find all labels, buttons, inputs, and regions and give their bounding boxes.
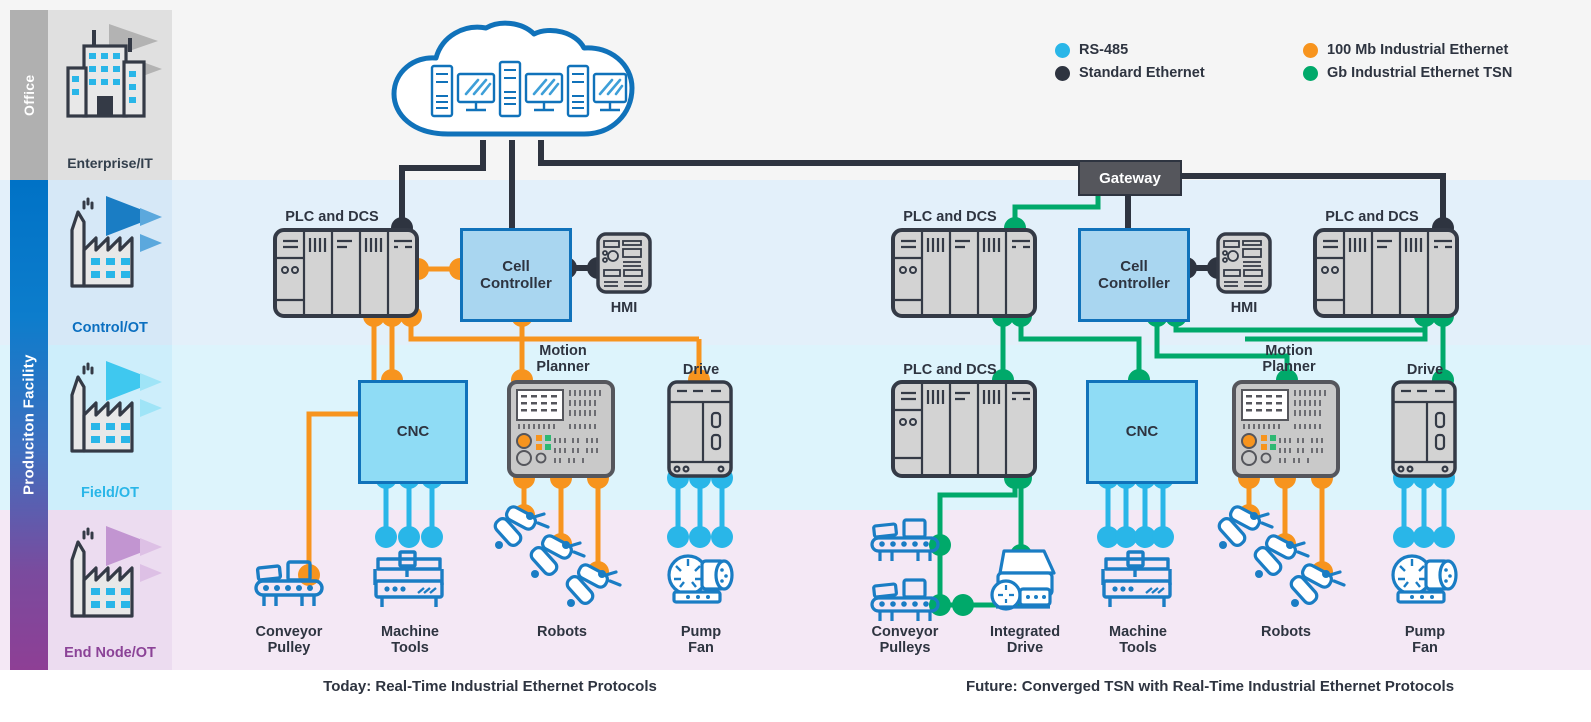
- cnc-box-left[interactable]: CNC: [358, 380, 468, 484]
- integrated-drive-line1: Integrated: [989, 624, 1061, 640]
- caption-left: Today: Real-Time Industrial Ethernet Pro…: [323, 678, 657, 695]
- hmi-icon-left[interactable]: [596, 232, 652, 294]
- cell-controller-right-line2: Controller: [1098, 275, 1170, 292]
- plc-dcs-rack-right-mid[interactable]: [891, 380, 1037, 478]
- motion-planner-right-line1: Motion: [1265, 343, 1313, 359]
- end-node-label-robots-right: Robots: [1261, 624, 1311, 640]
- cnc-label-right: CNC: [1125, 423, 1159, 441]
- motion-planner-right-line2: Planner: [1262, 359, 1316, 376]
- cnc-box-right[interactable]: CNC: [1086, 380, 1198, 484]
- integrated-drive-line2: Drive: [1006, 640, 1044, 657]
- cell-controller-right-line1: Cell: [1120, 257, 1148, 275]
- integrated-drive-icon[interactable]: [986, 545, 1064, 617]
- pump-fan-icon-left[interactable]: [666, 549, 736, 607]
- pump-right-line1: Pump: [1404, 624, 1446, 640]
- motion-planner-right[interactable]: [1232, 380, 1340, 478]
- cloud-datacenter-icon: [391, 20, 635, 137]
- pump-fan-icon-right[interactable]: [1390, 549, 1460, 607]
- robot-arm-icon-right[interactable]: [1212, 505, 1352, 622]
- plc-dcs-rack-right-1[interactable]: [891, 228, 1037, 318]
- hmi-icon-right[interactable]: [1216, 232, 1272, 294]
- end-node-label-machine-right: Machine Tools: [1090, 624, 1186, 656]
- plc-dcs-label-right-mid: PLC and DCS: [903, 362, 997, 378]
- cell-controller-line2: Controller: [480, 275, 552, 292]
- conveyor-icon-right-top[interactable]: [866, 512, 944, 562]
- cnc-label-left: CNC: [396, 423, 430, 441]
- conveyor-right-line2: Pulleys: [879, 640, 931, 657]
- drive-unit-right[interactable]: [1391, 380, 1457, 478]
- robot-arm-icon-left[interactable]: [488, 505, 628, 622]
- end-node-label-conveyor-right: Conveyor Pulleys: [855, 624, 955, 656]
- pump-line2: Fan: [688, 640, 714, 657]
- caption-right: Future: Converged TSN with Real-Time Ind…: [965, 678, 1455, 695]
- cell-controller-line1: Cell: [502, 257, 530, 275]
- motion-planner-line1: Motion: [539, 343, 587, 359]
- cell-controller-left[interactable]: Cell Controller: [460, 228, 572, 322]
- plc-dcs-label-right-2: PLC and DCS: [1325, 209, 1419, 225]
- plc-dcs-rack-right-2[interactable]: [1313, 228, 1459, 318]
- motion-planner-label-right: Motion Planner: [1222, 343, 1356, 375]
- hmi-label-left: HMI: [610, 300, 638, 316]
- drive-label-left: Drive: [682, 362, 720, 378]
- gateway-box[interactable]: Gateway: [1078, 160, 1182, 196]
- end-node-label-pump-right: Pump Fan: [1386, 624, 1464, 656]
- end-node-label-machine-left: Machine Tools: [362, 624, 458, 656]
- conveyor-icon-left[interactable]: [250, 553, 328, 607]
- conveyor-line2: Pulley: [267, 640, 311, 657]
- gateway-label: Gateway: [1099, 169, 1161, 187]
- end-node-label-robots-left: Robots: [537, 624, 587, 640]
- plc-dcs-label-right-1: PLC and DCS: [903, 209, 997, 225]
- machine-tool-icon-left[interactable]: [370, 549, 448, 611]
- end-node-label-conveyor-left: Conveyor Pulley: [239, 624, 339, 656]
- end-node-label-pump-left: Pump Fan: [662, 624, 740, 656]
- machine-right-line1: Machine: [1108, 624, 1167, 640]
- machine-right-line2: Tools: [1119, 640, 1157, 657]
- diagram-canvas: Office Produciton Facility Enterprise/IT…: [0, 0, 1591, 722]
- machine-line2: Tools: [391, 640, 429, 657]
- motion-planner-label-left: Motion Planner: [496, 343, 630, 375]
- plc-dcs-rack-left[interactable]: [273, 228, 419, 318]
- motion-planner-line2: Planner: [536, 359, 590, 376]
- conveyor-line1: Conveyor: [255, 624, 323, 640]
- end-node-label-integrated-drive: Integrated Drive: [975, 624, 1075, 656]
- machine-line1: Machine: [380, 624, 439, 640]
- cell-controller-right[interactable]: Cell Controller: [1078, 228, 1190, 322]
- drive-label-right: Drive: [1406, 362, 1444, 378]
- conveyor-icon-right-bottom[interactable]: [866, 572, 944, 622]
- drive-unit-left[interactable]: [667, 380, 733, 478]
- conveyor-right-line1: Conveyor: [871, 624, 939, 640]
- plc-dcs-label-left: PLC and DCS: [285, 209, 379, 225]
- pump-right-line2: Fan: [1412, 640, 1438, 657]
- hmi-label-right: HMI: [1230, 300, 1258, 316]
- motion-planner-left[interactable]: [507, 380, 615, 478]
- machine-tool-icon-right[interactable]: [1098, 549, 1176, 611]
- pump-line1: Pump: [680, 624, 722, 640]
